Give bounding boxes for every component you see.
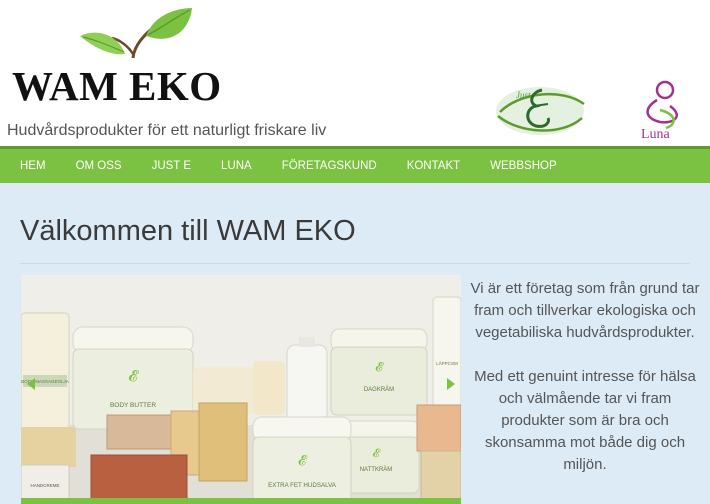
nav-item-luna[interactable]: LUNA [221,160,252,172]
intro-paragraph-2: Med ett genuint intresse för hälsa och v… [474,368,696,473]
just-e-logo-icon[interactable]: Just [490,78,590,143]
nav-item-hem[interactable]: HEM [20,160,46,172]
product-photo: BODY MASSAGEOLJA HANDCREME 𝓔 BODY BUTTER… [21,275,461,504]
luna-logo-icon[interactable]: Luna [630,80,700,147]
jar-label-extra-fet-hudsalva: EXTRA FET HUDSALVA [268,482,337,489]
intro-paragraph-1: Vi är ett företag som från grund tar fra… [470,280,700,341]
nav-item-webbshop[interactable]: WEBBSHOP [490,160,556,172]
logo-text: WAM EKO [12,63,222,109]
jar-label-nattkram: NATTKRÄM [360,466,393,473]
nav-item-just-e[interactable]: JUST E [152,160,191,172]
slider-bottom-bar [21,498,461,504]
svg-text:𝓔: 𝓔 [373,446,381,460]
jar-label-dagkram: DAGKRÄM [364,386,394,393]
jar-label-body-butter: BODY BUTTER [110,402,156,409]
main-nav: HEM OM OSS JUST E LUNA FÖRETAGSKUND KONT… [0,146,710,183]
wam-eko-logo[interactable]: WAM EKO [8,6,238,109]
tube-label: LÄPPCSM [436,360,458,366]
intro-text: Vi är ett företag som från grund tar fra… [470,278,700,498]
slider-prev-arrow-icon[interactable] [27,378,35,390]
nav-item-om-oss[interactable]: OM OSS [76,160,122,172]
title-divider [20,263,690,264]
page-title: Välkommen till WAM EKO [20,215,356,247]
slider-next-arrow-icon[interactable] [447,378,455,390]
nav-item-kontakt[interactable]: KONTAKT [407,160,460,172]
just-script-text: Just [516,90,531,100]
product-slider[interactable]: BODY MASSAGEOLJA HANDCREME 𝓔 BODY BUTTER… [21,275,461,504]
site-tagline: Hudvårdsprodukter för ett naturligt fris… [7,122,327,139]
left-jar-label: HANDCREME [30,483,59,488]
luna-logo-text: Luna [641,127,671,142]
nav-item-foretagskund[interactable]: FÖRETAGSKUND [282,160,377,172]
site-header: WAM EKO Hudvårdsprodukter för ett naturl… [0,0,710,146]
